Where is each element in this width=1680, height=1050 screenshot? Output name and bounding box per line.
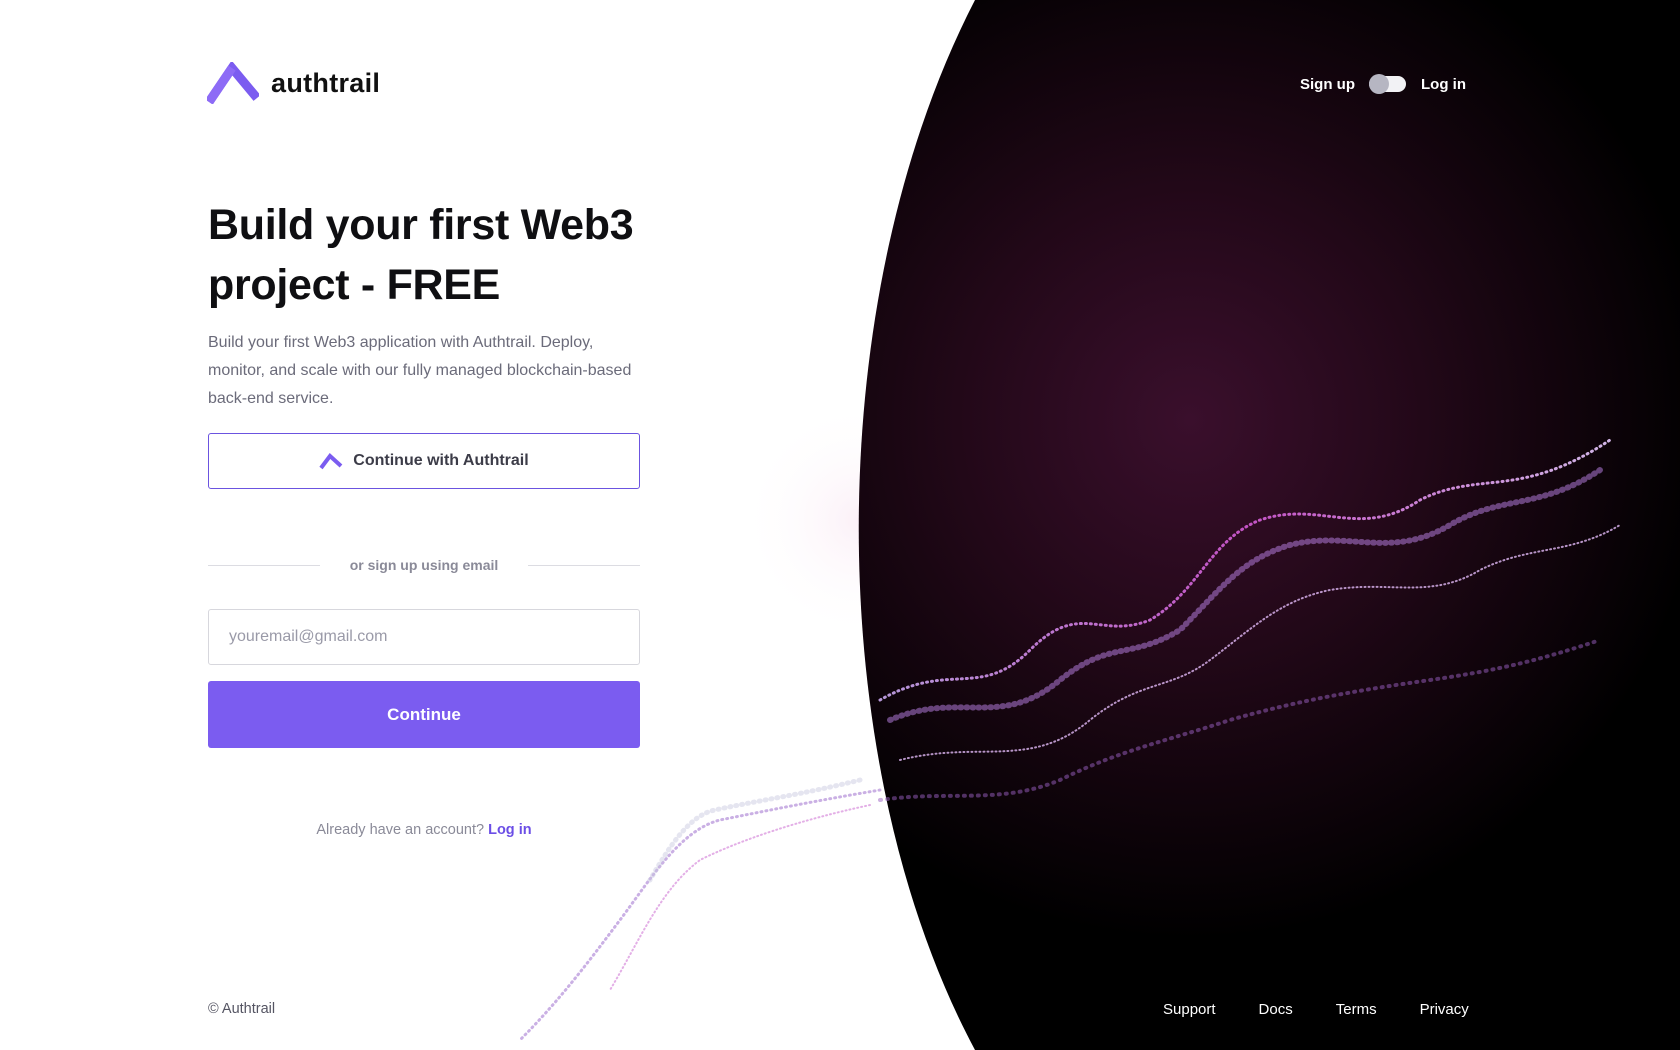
divider-text: or sign up using email xyxy=(349,557,499,573)
signup-login-toggle[interactable] xyxy=(1369,74,1406,94)
authtrail-logo-icon xyxy=(207,62,259,104)
authtrail-logo[interactable]: authtrail xyxy=(207,62,380,104)
nav-login-link[interactable]: Log in xyxy=(1421,76,1466,93)
nav-signup-link[interactable]: Sign up xyxy=(1300,76,1355,93)
headline-line-1: Build your first Web3 xyxy=(208,201,634,249)
login-prompt: Already have an account? Log in xyxy=(208,822,640,838)
divider-line-left xyxy=(208,564,320,566)
continue-button[interactable]: Continue xyxy=(208,681,640,748)
logo-wordmark: authtrail xyxy=(271,67,381,98)
signup-form-section: Build your first Web3 project - FREE Bui… xyxy=(208,195,641,838)
authtrail-logo-icon xyxy=(319,453,343,470)
toggle-knob xyxy=(1369,74,1389,94)
divider-line-right xyxy=(528,564,641,566)
copyright-text: © Authtrail xyxy=(208,1001,276,1017)
auth-mode-switch: Sign up Log in xyxy=(1300,73,1472,95)
login-link[interactable]: Log in xyxy=(488,822,532,838)
footer-link-support[interactable]: Support xyxy=(1163,1001,1216,1018)
email-divider: or sign up using email xyxy=(208,557,641,573)
email-field[interactable] xyxy=(208,609,640,665)
footer-link-terms[interactable]: Terms xyxy=(1336,1001,1377,1018)
page-title: Build your first Web3 project - FREE xyxy=(208,195,640,315)
have-account-text: Already have an account? xyxy=(316,822,485,838)
continue-with-authtrail-label: Continue with Authtrail xyxy=(353,452,529,469)
continue-with-authtrail-button[interactable]: Continue with Authtrail xyxy=(208,433,640,489)
headline-line-2: project - FREE xyxy=(208,261,501,309)
page-subtitle: Build your first Web3 application with A… xyxy=(208,334,632,407)
footer-nav: Support Docs Terms Privacy xyxy=(1163,1001,1469,1018)
footer-link-docs[interactable]: Docs xyxy=(1259,1001,1293,1018)
footer-link-privacy[interactable]: Privacy xyxy=(1420,1001,1469,1018)
